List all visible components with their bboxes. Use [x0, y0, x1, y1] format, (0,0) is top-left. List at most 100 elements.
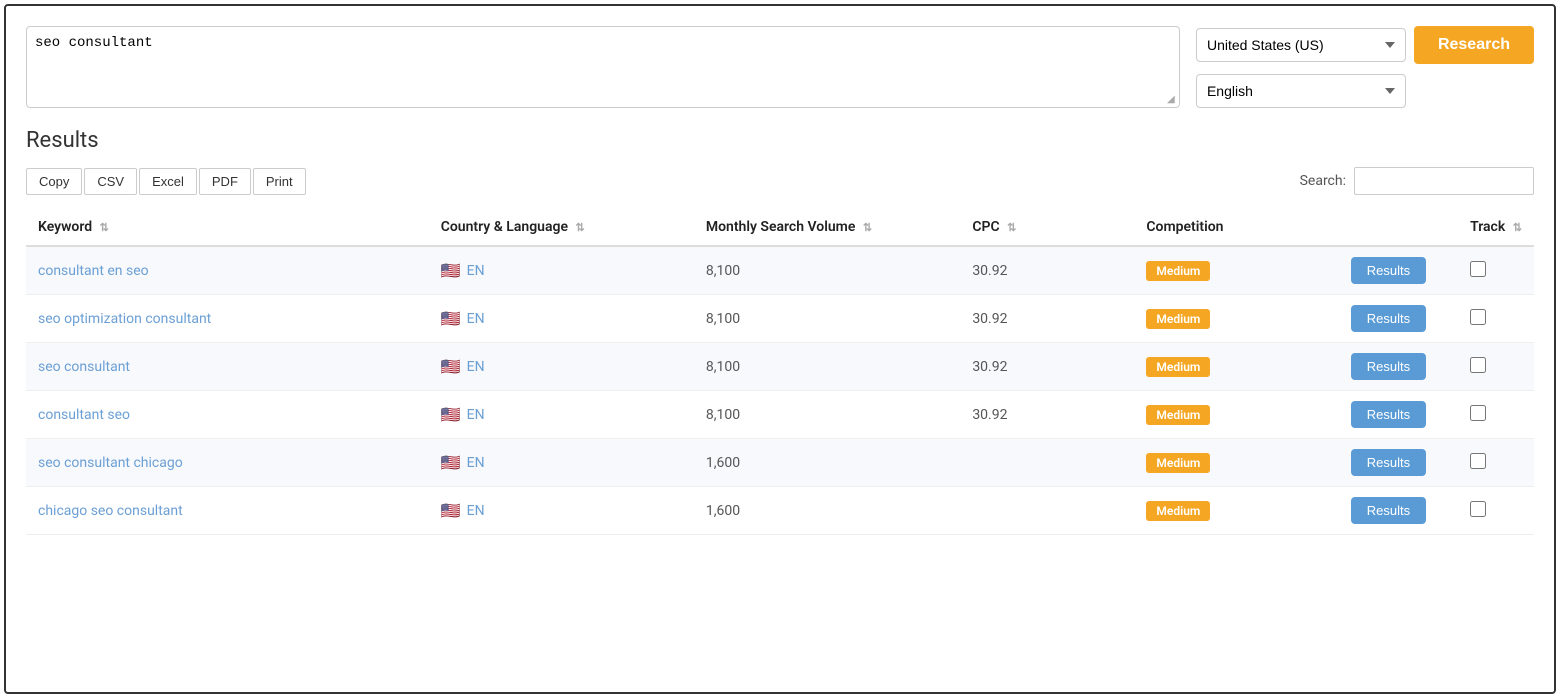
cpc-cell: 30.92 — [960, 246, 1134, 295]
track-cell — [1458, 246, 1534, 295]
sort-icon-keyword: ⇅ — [100, 221, 109, 234]
results-table: Keyword ⇅ Country & Language ⇅ Monthly S… — [26, 209, 1534, 535]
language-text: EN — [467, 407, 485, 423]
keyword-cell[interactable]: seo optimization consultant — [26, 295, 429, 343]
country-language-cell: 🇺🇸 EN — [429, 487, 694, 535]
volume-cell: 1,600 — [694, 487, 960, 535]
competition-badge: Medium — [1146, 453, 1210, 473]
resize-handle: ◢ — [1167, 95, 1177, 105]
language-text: EN — [467, 311, 485, 327]
results-button[interactable]: Results — [1351, 353, 1426, 380]
right-controls: United States (US) United Kingdom (UK) C… — [1196, 26, 1534, 108]
col-header-cpc[interactable]: CPC ⇅ — [960, 209, 1134, 246]
excel-button[interactable]: Excel — [139, 168, 197, 195]
cpc-cell — [960, 439, 1134, 487]
pdf-button[interactable]: PDF — [199, 168, 251, 195]
sort-icon-volume: ⇅ — [863, 221, 872, 234]
results-button[interactable]: Results — [1351, 449, 1426, 476]
language-select[interactable]: English Spanish French German — [1196, 74, 1406, 108]
track-cell — [1458, 487, 1534, 535]
competition-badge: Medium — [1146, 261, 1210, 281]
table-row: consultant en seo🇺🇸EN8,10030.92MediumRes… — [26, 246, 1534, 295]
print-button[interactable]: Print — [253, 168, 306, 195]
research-button[interactable]: Research — [1414, 26, 1534, 64]
competition-badge: Medium — [1146, 357, 1210, 377]
col-header-competition[interactable]: Competition — [1134, 209, 1338, 246]
col-header-country[interactable]: Country & Language ⇅ — [429, 209, 694, 246]
competition-badge: Medium — [1146, 501, 1210, 521]
results-button[interactable]: Results — [1351, 497, 1426, 524]
cpc-cell: 30.92 — [960, 343, 1134, 391]
table-row: chicago seo consultant 🇺🇸 EN 1,600 Medium Res… — [26, 487, 1534, 535]
flag-icon: 🇺🇸 — [441, 405, 461, 424]
results-button[interactable]: Results — [1351, 257, 1426, 284]
track-checkbox[interactable] — [1470, 453, 1486, 469]
col-header-track[interactable]: Track ⇅ — [1458, 209, 1534, 246]
flag-icon: 🇺🇸 — [441, 501, 461, 520]
competition-cell: Medium — [1134, 246, 1338, 295]
language-text: EN — [467, 455, 485, 471]
main-container: seo consultant ◢ United States (US) Unit… — [4, 4, 1556, 694]
language-text: EN — [467, 503, 485, 519]
competition-cell: Medium — [1134, 439, 1338, 487]
results-btn-cell: Results — [1339, 343, 1458, 391]
copy-button[interactable]: Copy — [26, 168, 82, 195]
results-button[interactable]: Results — [1351, 401, 1426, 428]
country-language-cell: 🇺🇸EN — [429, 295, 694, 343]
flag-icon: 🇺🇸 — [441, 357, 461, 376]
country-language-cell: 🇺🇸 EN — [429, 391, 694, 439]
keyword-input[interactable]: seo consultant — [35, 35, 1171, 95]
results-btn-cell: Results — [1339, 487, 1458, 535]
results-btn-cell: Results — [1339, 439, 1458, 487]
language-text: EN — [467, 263, 485, 279]
track-checkbox[interactable] — [1470, 309, 1486, 325]
track-checkbox[interactable] — [1470, 261, 1486, 277]
competition-cell: Medium — [1134, 343, 1338, 391]
track-checkbox[interactable] — [1470, 357, 1486, 373]
search-label: Search: — [1300, 173, 1346, 189]
search-textarea-wrapper: seo consultant ◢ — [26, 26, 1180, 108]
competition-badge: Medium — [1146, 405, 1210, 425]
volume-cell: 8,100 — [694, 295, 960, 343]
results-title: Results — [26, 128, 1534, 153]
results-btn-cell: Results — [1339, 295, 1458, 343]
keyword-cell[interactable]: consultant en seo — [26, 246, 429, 295]
keyword-cell[interactable]: chicago seo consultant — [26, 487, 429, 535]
volume-cell: 1,600 — [694, 439, 960, 487]
country-row: United States (US) United Kingdom (UK) C… — [1196, 26, 1534, 64]
competition-cell: Medium — [1134, 295, 1338, 343]
table-header-row: Keyword ⇅ Country & Language ⇅ Monthly S… — [26, 209, 1534, 246]
sort-icon-track: ⇅ — [1513, 221, 1522, 234]
table-search-input[interactable] — [1354, 167, 1534, 195]
keyword-cell[interactable]: consultant seo — [26, 391, 429, 439]
table-row: seo consultant chicago 🇺🇸 EN 1,600 Medium Res… — [26, 439, 1534, 487]
flag-icon: 🇺🇸 — [441, 453, 461, 472]
table-row: seo consultant 🇺🇸 EN 8,10030.92 Medium Result… — [26, 343, 1534, 391]
results-button[interactable]: Results — [1351, 305, 1426, 332]
track-cell — [1458, 439, 1534, 487]
volume-cell: 8,100 — [694, 343, 960, 391]
csv-button[interactable]: CSV — [84, 168, 137, 195]
track-checkbox[interactable] — [1470, 405, 1486, 421]
col-header-results — [1339, 209, 1458, 246]
results-btn-cell: Results — [1339, 246, 1458, 295]
competition-cell: Medium — [1134, 391, 1338, 439]
results-btn-cell: Results — [1339, 391, 1458, 439]
col-header-volume[interactable]: Monthly Search Volume ⇅ — [694, 209, 960, 246]
country-select[interactable]: United States (US) United Kingdom (UK) C… — [1196, 28, 1406, 62]
keyword-cell[interactable]: seo consultant chicago — [26, 439, 429, 487]
language-text: EN — [467, 359, 485, 375]
country-language-cell: 🇺🇸 EN — [429, 439, 694, 487]
competition-cell: Medium — [1134, 487, 1338, 535]
track-cell — [1458, 391, 1534, 439]
sort-icon-cpc: ⇅ — [1007, 221, 1016, 234]
table-row: consultant seo🇺🇸EN8,10030.92MediumResult… — [26, 391, 1534, 439]
sort-icon-country: ⇅ — [575, 221, 584, 234]
volume-cell: 8,100 — [694, 391, 960, 439]
col-header-keyword[interactable]: Keyword ⇅ — [26, 209, 429, 246]
track-checkbox[interactable] — [1470, 501, 1486, 517]
country-language-cell: 🇺🇸 EN — [429, 343, 694, 391]
keyword-cell[interactable]: seo consultant — [26, 343, 429, 391]
toolbar: Copy CSV Excel PDF Print Search: — [26, 167, 1534, 195]
top-section: seo consultant ◢ United States (US) Unit… — [26, 26, 1534, 108]
